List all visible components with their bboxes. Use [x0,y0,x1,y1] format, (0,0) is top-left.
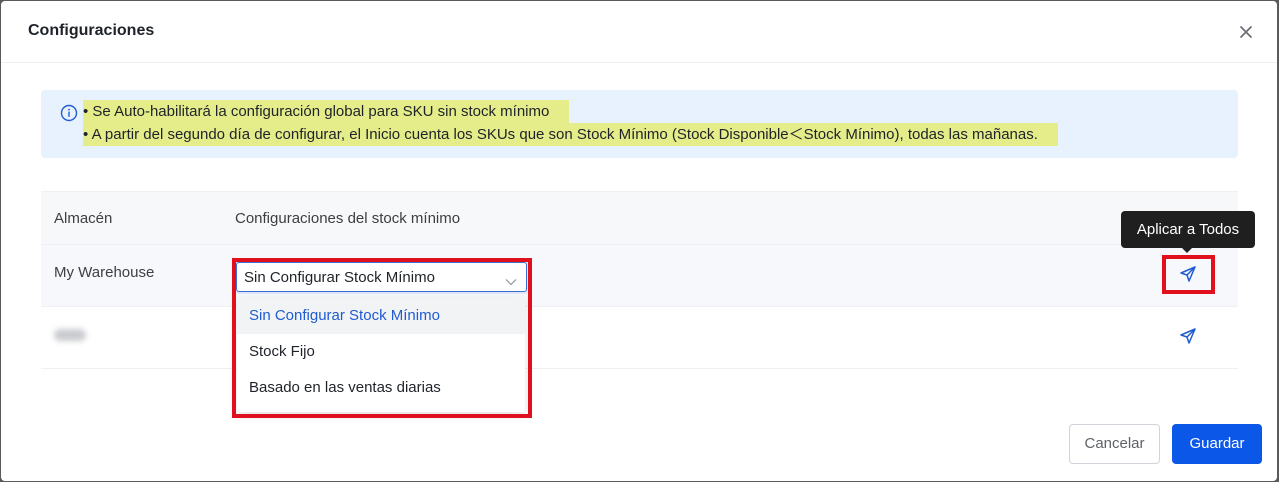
chevron-down-icon [505,273,517,286]
info-icon [60,104,78,122]
dialog-header: Configuraciones [1,1,1277,63]
warehouse-name-blurred [54,329,86,341]
alert-line: • A partir del segundo día de configurar… [83,123,1058,146]
dropdown-option[interactable]: Stock Fijo [237,334,525,370]
apply-all-tooltip: Aplicar a Todos [1121,211,1255,248]
table-header: Almacén Configuraciones del stock mínimo [41,191,1238,245]
dialog-title: Configuraciones [28,22,155,39]
dropdown-option[interactable]: Sin Configurar Stock Mínimo [237,298,525,334]
tooltip-arrow [1181,247,1193,253]
column-header-warehouse: Almacén [54,210,113,227]
column-header-settings: Configuraciones del stock mínimo [235,210,461,227]
alert-text: • Se Auto-habilitará la configuración gl… [83,100,1058,146]
send-icon[interactable] [1179,265,1197,283]
stock-setting-select[interactable]: Sin Configurar Stock Mínimo [236,262,527,292]
select-value: Sin Configurar Stock Mínimo [244,269,435,286]
stock-setting-dropdown: Sin Configurar Stock Mínimo Stock Fijo B… [237,298,525,412]
table-row: My Warehouse Sin Configurar Stock Mínimo [41,245,1238,307]
alert-line: • Se Auto-habilitará la configuración gl… [83,100,570,123]
cancel-button[interactable]: Cancelar [1069,424,1160,464]
warehouse-name: My Warehouse [54,264,155,281]
send-icon[interactable] [1179,327,1197,345]
close-icon[interactable] [1237,23,1255,41]
warehouse-table: Almacén Configuraciones del stock mínimo… [41,191,1238,369]
info-alert: • Se Auto-habilitará la configuración gl… [41,90,1238,158]
settings-dialog: Configuraciones • Se Auto-habilitará la … [1,1,1277,481]
dropdown-option[interactable]: Basado en las ventas diarias [237,370,525,406]
save-button[interactable]: Guardar [1172,424,1262,464]
table-row [41,307,1238,369]
